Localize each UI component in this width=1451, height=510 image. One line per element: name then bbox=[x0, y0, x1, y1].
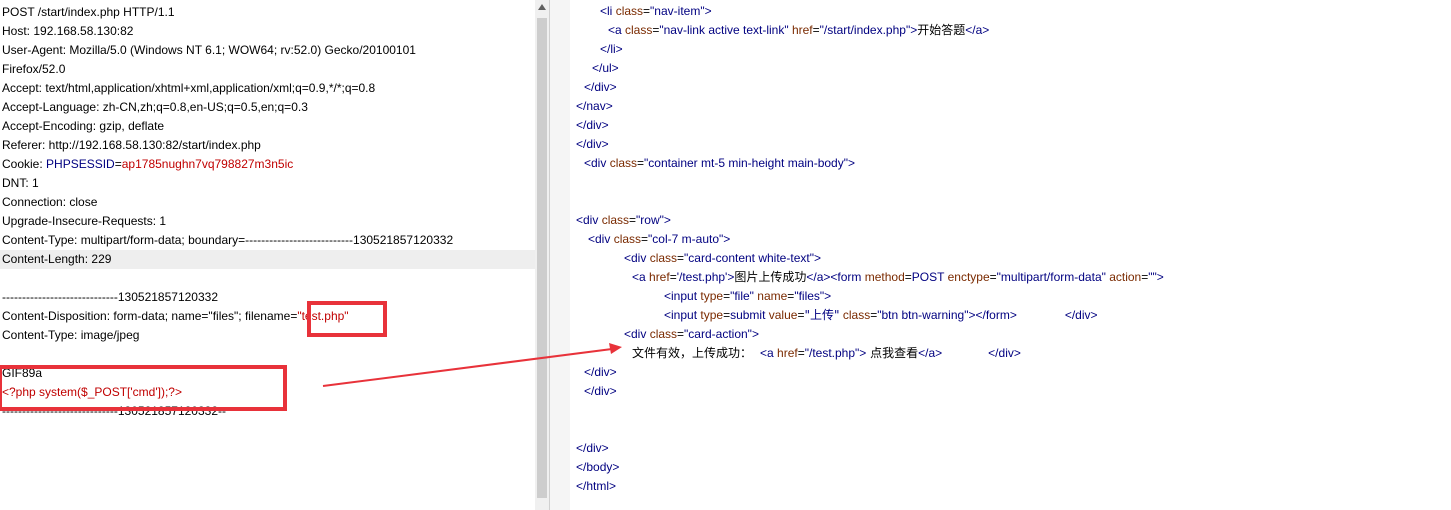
arrow-line bbox=[322, 348, 613, 387]
annotation-arrow bbox=[322, 343, 622, 387]
arrow-head-icon bbox=[609, 343, 622, 354]
